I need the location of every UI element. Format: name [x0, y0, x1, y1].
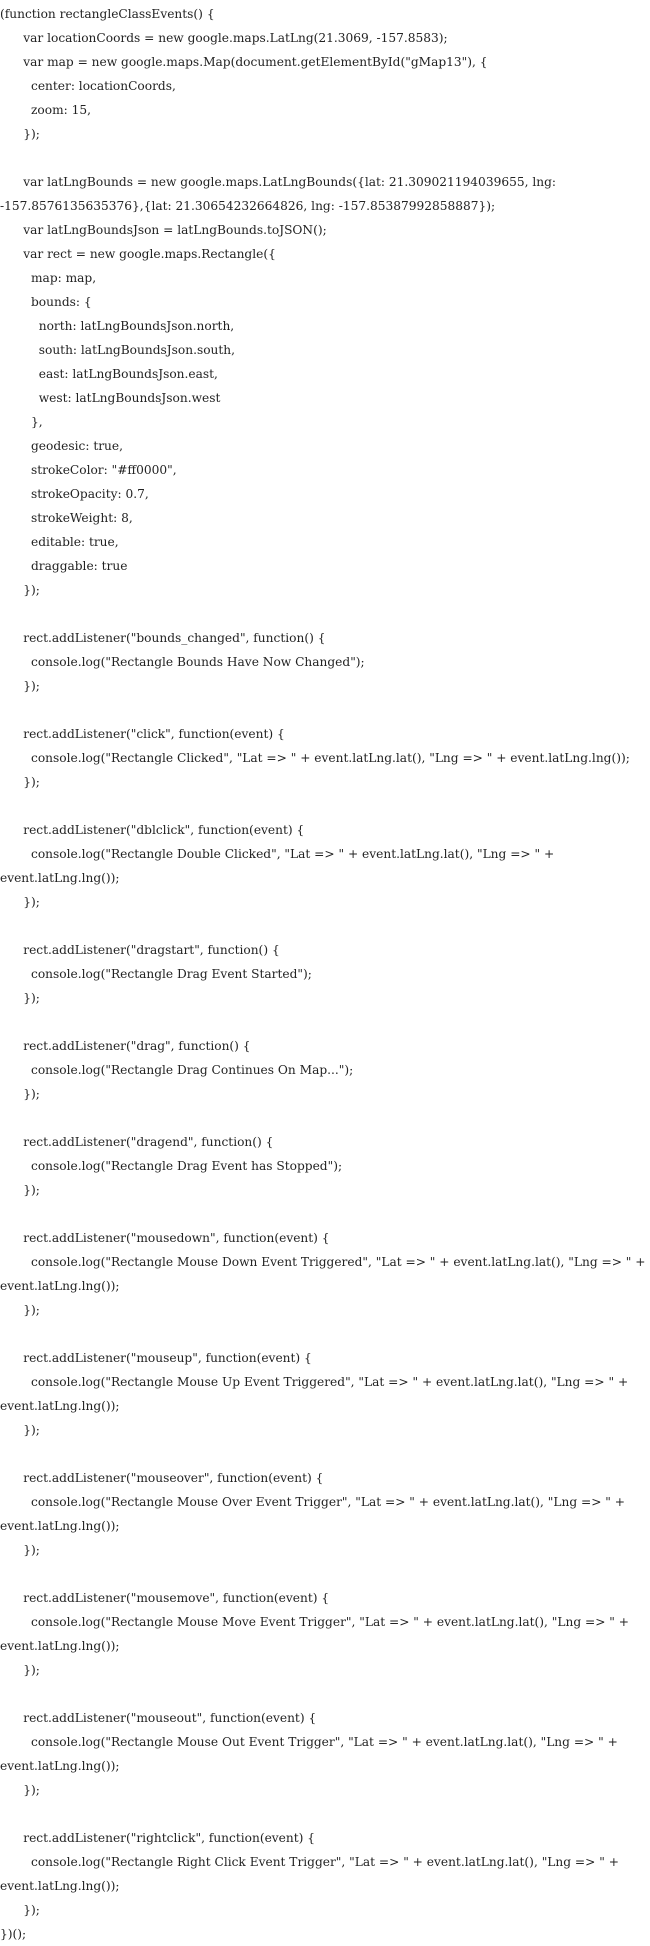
code-line: }); [0, 1903, 40, 1917]
code-line: rect.addListener("click", function(event… [0, 727, 285, 741]
code-line: rect.addListener("drag", function() { [0, 1039, 251, 1053]
code-line: zoom: 15, [0, 103, 92, 117]
code-listing: (function rectangleClassEvents() { var l… [0, 0, 650, 1944]
code-line: rect.addListener("mousemove", function(e… [0, 1591, 330, 1605]
code-line: })(); [0, 1927, 27, 1941]
code-line: }); [0, 1087, 40, 1101]
code-line: console.log("Rectangle Clicked", "Lat =>… [0, 751, 630, 765]
code-line: var map = new google.maps.Map(document.g… [0, 55, 488, 69]
code-line: }); [0, 1423, 40, 1437]
code-line: }); [0, 775, 40, 789]
code-line: var locationCoords = new google.maps.Lat… [0, 31, 448, 45]
code-line: event.latLng.lng()); [0, 1879, 120, 1893]
code-line: console.log("Rectangle Mouse Out Event T… [0, 1735, 618, 1749]
code-line: console.log("Rectangle Right Click Event… [0, 1855, 619, 1869]
code-line: event.latLng.lng()); [0, 1639, 120, 1653]
code-line: }); [0, 895, 40, 909]
code-line: }); [0, 1303, 40, 1317]
code-line: event.latLng.lng()); [0, 1399, 120, 1413]
code-line: event.latLng.lng()); [0, 1519, 120, 1533]
code-line: var latLngBounds = new google.maps.LatLn… [0, 175, 556, 189]
code-line: editable: true, [0, 535, 119, 549]
code-line: }); [0, 1663, 40, 1677]
code-line: rect.addListener("dragstart", function()… [0, 943, 280, 957]
code-line: south: latLngBoundsJson.south, [0, 343, 236, 357]
code-line: event.latLng.lng()); [0, 1279, 120, 1293]
code-line: console.log("Rectangle Double Clicked", … [0, 847, 555, 861]
code-line: rect.addListener("dragend", function() { [0, 1135, 274, 1149]
code-line: rect.addListener("mousedown", function(e… [0, 1231, 330, 1245]
code-line: north: latLngBoundsJson.north, [0, 319, 235, 333]
code-line: }); [0, 991, 40, 1005]
code-line: console.log("Rectangle Drag Event has St… [0, 1159, 343, 1173]
code-line: }); [0, 1783, 40, 1797]
code-line: rect.addListener("mouseout", function(ev… [0, 1711, 317, 1725]
code-line: map: map, [0, 271, 97, 285]
code-line: }); [0, 127, 40, 141]
code-line: }); [0, 1543, 40, 1557]
code-line: strokeColor: "#ff0000", [0, 463, 177, 477]
code-line: console.log("Rectangle Mouse Down Event … [0, 1255, 646, 1269]
code-line: console.log("Rectangle Mouse Over Event … [0, 1495, 625, 1509]
code-line: -157.8576135635376},{lat: 21.30654232664… [0, 199, 496, 213]
code-line: rect.addListener("mouseup", function(eve… [0, 1351, 312, 1365]
code-line: var rect = new google.maps.Rectangle({ [0, 247, 276, 261]
code-line: var latLngBoundsJson = latLngBounds.toJS… [0, 223, 327, 237]
code-line: strokeWeight: 8, [0, 511, 133, 525]
code-line: geodesic: true, [0, 439, 123, 453]
code-line: rect.addListener("mouseover", function(e… [0, 1471, 324, 1485]
code-line: console.log("Rectangle Mouse Move Event … [0, 1615, 629, 1629]
code-line: rect.addListener("rightclick", function(… [0, 1831, 316, 1845]
code-line: event.latLng.lng()); [0, 871, 120, 885]
code-line: event.latLng.lng()); [0, 1759, 120, 1773]
code-line: center: locationCoords, [0, 79, 176, 93]
code-line: console.log("Rectangle Mouse Up Event Tr… [0, 1375, 629, 1389]
code-line: }); [0, 1183, 40, 1197]
code-line: }); [0, 583, 40, 597]
code-line: console.log("Rectangle Drag Continues On… [0, 1063, 354, 1077]
code-line: strokeOpacity: 0.7, [0, 487, 149, 501]
code-line: rect.addListener("dblclick", function(ev… [0, 823, 305, 837]
code-line: rect.addListener("bounds_changed", funct… [0, 631, 326, 645]
code-line: draggable: true [0, 559, 128, 573]
code-line: (function rectangleClassEvents() { [0, 7, 215, 21]
code-line: west: latLngBoundsJson.west [0, 391, 221, 405]
code-line: }); [0, 679, 40, 693]
code-line: east: latLngBoundsJson.east, [0, 367, 218, 381]
code-line: bounds: { [0, 295, 92, 309]
code-line: }, [0, 415, 43, 429]
code-line: console.log("Rectangle Bounds Have Now C… [0, 655, 365, 669]
code-line: console.log("Rectangle Drag Event Starte… [0, 967, 312, 981]
